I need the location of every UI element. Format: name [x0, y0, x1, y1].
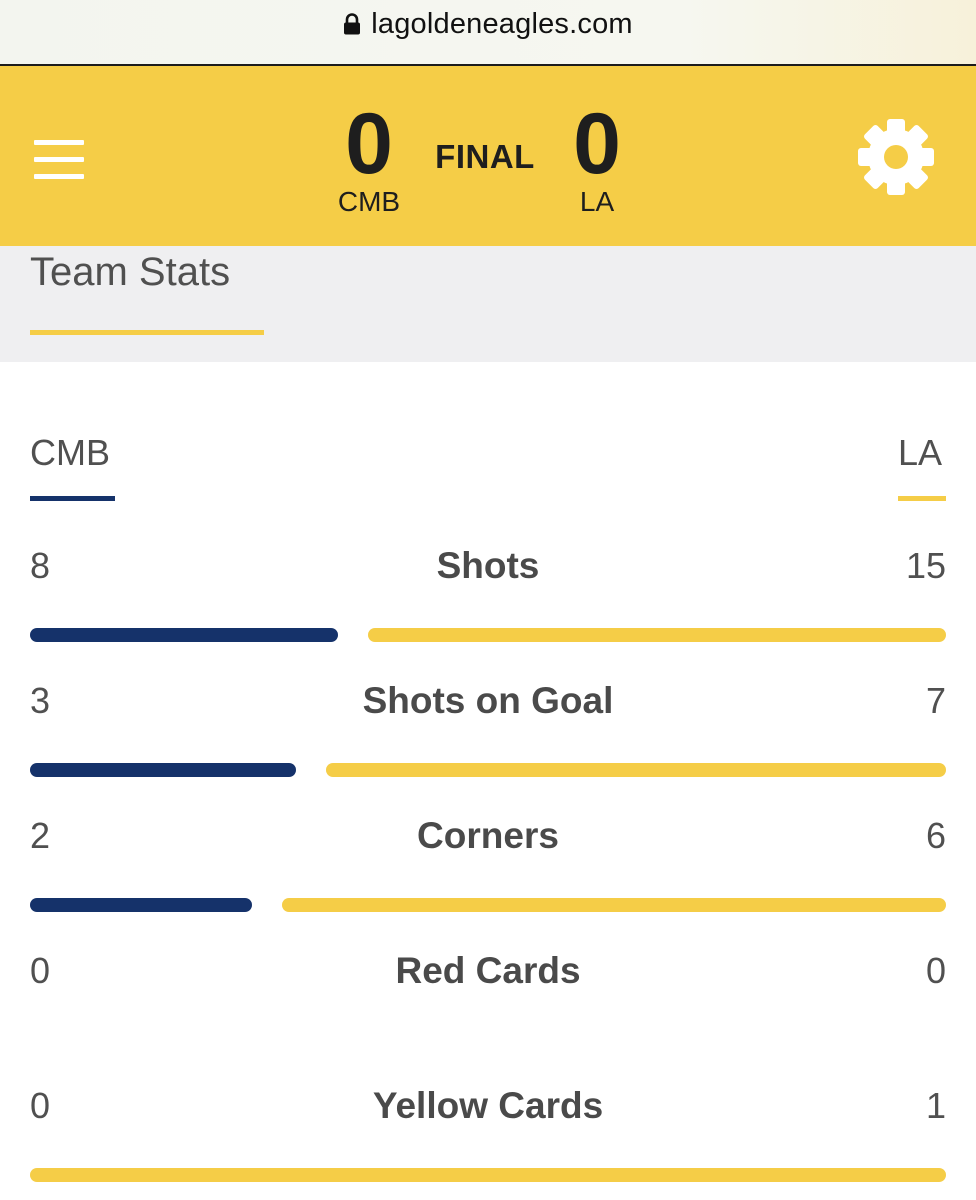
stat-right-value: 15 — [905, 545, 946, 586]
active-tab-indicator — [30, 330, 264, 335]
browser-address-bar[interactable]: lagoldeneagles.com — [0, 0, 976, 66]
lock-icon — [344, 13, 361, 35]
stat-bar-left — [30, 763, 296, 777]
stat-bar-right — [325, 763, 946, 777]
stat-label: Yellow Cards — [372, 1085, 604, 1126]
stat-label: Corners — [417, 815, 559, 856]
stat-label: Red Cards — [395, 950, 581, 991]
stat-bar-right — [368, 628, 946, 642]
game-status: FINAL — [435, 138, 535, 175]
stat-label: Shots — [436, 545, 540, 586]
stat-right-value: 0 — [925, 950, 946, 991]
address-bar-content[interactable]: lagoldeneagles.com — [343, 8, 633, 41]
left-team-score: 0 — [345, 96, 393, 192]
url-text[interactable]: lagoldeneagles.com — [371, 8, 633, 41]
stat-left-value: 8 — [30, 545, 51, 586]
stat-label: Shots on Goal — [362, 680, 614, 721]
gear-icon[interactable] — [856, 117, 936, 197]
stat-right-value: 6 — [925, 815, 946, 856]
left-team-indicator — [30, 496, 115, 501]
hamburger-menu-icon[interactable] — [34, 138, 86, 182]
stat-bar-left — [30, 628, 339, 642]
stat-right-value: 1 — [925, 1085, 946, 1126]
right-team-abbr: LA — [579, 186, 615, 217]
tab-team-stats[interactable]: Team Stats — [30, 250, 264, 335]
stats-right-team: LA — [898, 432, 943, 473]
right-team-score: 0 — [573, 96, 621, 192]
stat-left-value: 3 — [30, 680, 51, 721]
stat-left-value: 0 — [30, 950, 51, 991]
left-team-abbr: CMB — [337, 186, 401, 217]
stat-bar-right — [30, 1168, 946, 1182]
stat-bar-right — [281, 898, 946, 912]
stats-left-team: CMB — [30, 432, 110, 473]
stat-left-value: 0 — [30, 1085, 51, 1126]
stat-bar-left — [30, 898, 252, 912]
right-team-indicator — [898, 496, 946, 501]
tab-label: Team Stats — [30, 250, 231, 294]
tab-bar: Team Stats — [0, 246, 976, 362]
stat-right-value: 7 — [925, 680, 946, 721]
stat-left-value: 2 — [30, 815, 51, 856]
